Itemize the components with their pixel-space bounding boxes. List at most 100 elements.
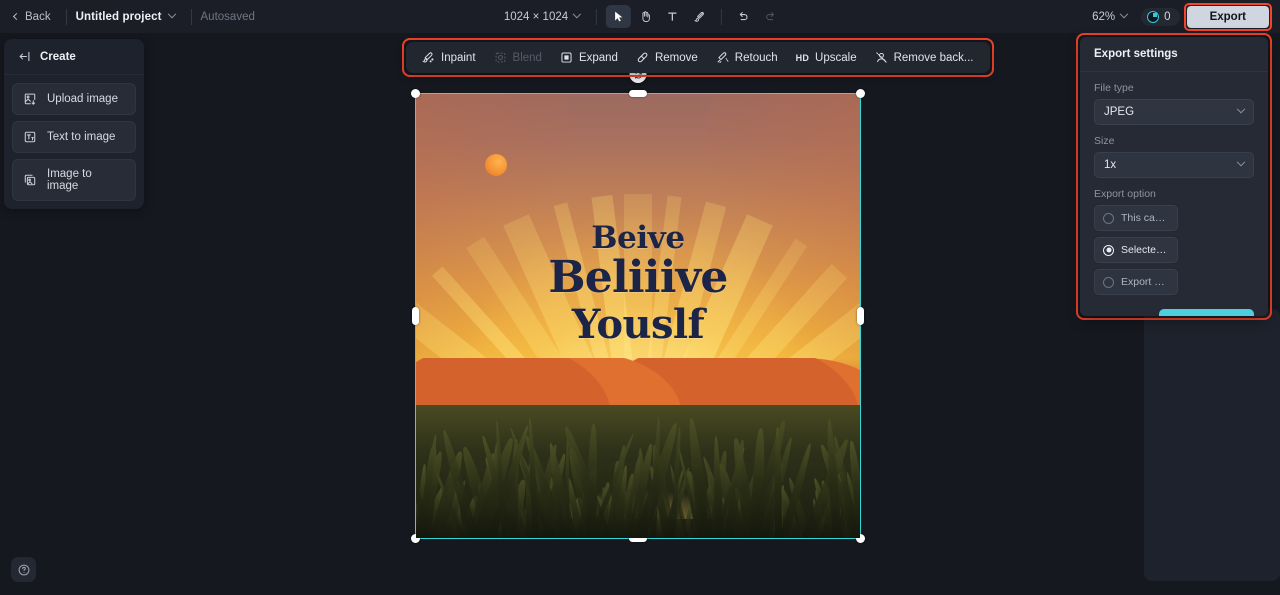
- hand-icon: [642, 11, 651, 23]
- credit-coin-icon: [1147, 10, 1160, 23]
- canvas-size-value: 1024 × 1024: [503, 10, 569, 23]
- expand-icon: [561, 52, 572, 63]
- upscale-button[interactable]: HD Upscale: [788, 48, 865, 68]
- artboard[interactable]: Beive Beliiive Youslf: [411, 66, 865, 543]
- redo-button[interactable]: [758, 5, 783, 28]
- expand-label: Expand: [578, 51, 618, 64]
- remove-background-button[interactable]: Remove back...: [867, 47, 982, 68]
- top-toolbar: Back Untitled project Autosaved 1024 × 1…: [0, 0, 1280, 33]
- blend-icon: [495, 52, 505, 63]
- back-button[interactable]: Back: [8, 8, 57, 26]
- sidebar-item-image-to-image[interactable]: Image to image: [12, 159, 136, 201]
- brush-tool-button[interactable]: [687, 5, 712, 28]
- export-option-label-text: Selected l...: [1121, 244, 1169, 256]
- select-tool-button[interactable]: [606, 5, 632, 28]
- credits-indicator[interactable]: 0: [1141, 7, 1180, 26]
- export-option-selected-layer[interactable]: Selected l...: [1094, 237, 1178, 263]
- resize-handle-right[interactable]: [857, 307, 864, 325]
- export-option-export-all[interactable]: Export all ...: [1094, 269, 1178, 295]
- export-option-label: Export option: [1094, 188, 1156, 200]
- divider: [190, 8, 192, 25]
- zoom-level-selector[interactable]: 62%: [1086, 7, 1133, 27]
- export-option-this-canvas[interactable]: This canvas: [1094, 205, 1178, 231]
- inpaint-label: Inpaint: [441, 51, 476, 64]
- blend-button[interactable]: Blend: [486, 47, 550, 68]
- resize-handle-top-left[interactable]: [411, 89, 420, 98]
- chevron-down-icon: [1236, 104, 1246, 114]
- top-toolbar-right: 62% 0 Export: [1086, 0, 1272, 33]
- export-settings-title: Export settings: [1080, 37, 1268, 72]
- text-icon: [668, 12, 677, 21]
- radio-icon: [1103, 276, 1114, 288]
- remove-label: Remove: [654, 51, 698, 64]
- file-type-select[interactable]: JPEG: [1094, 99, 1254, 125]
- autosaved-status: Autosaved: [200, 10, 255, 23]
- undo-button[interactable]: [731, 5, 756, 28]
- collapse-panel-icon: [19, 51, 30, 62]
- project-name: Untitled project: [75, 10, 162, 23]
- chevron-down-icon: [1119, 9, 1129, 18]
- create-panel: Create Upload image Text to image Image …: [4, 39, 144, 209]
- layers-panel[interactable]: [1144, 309, 1280, 581]
- cursor-icon: [615, 11, 623, 22]
- sidebar-item-text-to-image[interactable]: Text to image: [12, 121, 136, 153]
- retouch-icon: [717, 52, 729, 64]
- retouch-button[interactable]: Retouch: [708, 47, 786, 68]
- resize-handle-left[interactable]: [412, 307, 419, 325]
- history-group: [731, 5, 783, 28]
- expand-button[interactable]: Expand: [552, 47, 626, 68]
- back-button-label: Back: [25, 10, 51, 23]
- resize-handle-top-right[interactable]: [856, 89, 865, 98]
- export-option-label-text: Export all ...: [1121, 276, 1169, 288]
- top-toolbar-left: Back Untitled project Autosaved: [0, 0, 255, 33]
- export-button[interactable]: Export: [1186, 5, 1269, 28]
- blend-label: Blend: [512, 51, 542, 64]
- create-panel-header[interactable]: Create: [4, 39, 144, 75]
- export-settings-panel: Export settings File type JPEG Size 1x E…: [1080, 37, 1268, 316]
- chevron-down-icon: [1236, 157, 1246, 167]
- zoom-level-value: 62%: [1092, 10, 1116, 23]
- radio-icon: [1103, 212, 1114, 224]
- sidebar-item-upload-image[interactable]: Upload image: [12, 83, 136, 115]
- inpaint-button[interactable]: Inpaint: [414, 47, 484, 68]
- divider: [65, 8, 67, 25]
- app-root: Back Untitled project Autosaved 1024 × 1…: [0, 0, 1280, 595]
- artwork-image[interactable]: Beive Beliiive Youslf: [416, 94, 860, 538]
- radio-icon: [1103, 244, 1114, 256]
- retouch-label: Retouch: [734, 51, 778, 64]
- help-button[interactable]: [11, 557, 36, 582]
- tool-group: [606, 5, 712, 28]
- export-option-label-text: This canvas: [1121, 212, 1169, 224]
- brush-icon: [694, 11, 705, 22]
- download-button[interactable]: Download: [1159, 309, 1254, 316]
- inpaint-icon: [422, 52, 434, 63]
- resize-handle-top[interactable]: [629, 90, 647, 97]
- undo-icon: [740, 12, 748, 21]
- image-toolbar: Inpaint Blend Expand Remove Retouch HD U…: [406, 42, 990, 73]
- export-panel-highlight: Export settings File type JPEG Size 1x E…: [1076, 33, 1272, 320]
- text-tool-button[interactable]: [660, 5, 685, 28]
- size-value: 1x: [1104, 159, 1117, 171]
- redo-icon: [766, 12, 775, 21]
- export-settings-body: File type JPEG Size 1x Export option Thi…: [1080, 72, 1268, 316]
- sidebar-item-label: Image to image: [47, 168, 92, 192]
- export-option-group: This canvas Selected l... Export all ...: [1094, 205, 1254, 295]
- create-panel-title: Create: [40, 50, 76, 63]
- canvas-area[interactable]: Beive Beliiive Youslf: [0, 33, 1136, 595]
- chevron-left-icon: [12, 12, 21, 21]
- project-menu-button[interactable]: [162, 9, 182, 24]
- canvas-size-selector[interactable]: 1024 × 1024: [497, 7, 587, 27]
- image-toolbar-highlight: Inpaint Blend Expand Remove Retouch HD U…: [402, 38, 994, 77]
- upscale-hd-icon: HD: [795, 52, 810, 63]
- file-type-value: JPEG: [1104, 106, 1135, 118]
- remove-background-label: Remove back...: [893, 51, 974, 64]
- size-select[interactable]: 1x: [1094, 152, 1254, 178]
- chevron-down-icon: [572, 9, 582, 18]
- credits-count: 0: [1164, 10, 1171, 23]
- size-label: Size: [1094, 135, 1115, 147]
- export-button-highlight: Export: [1183, 2, 1272, 31]
- remove-button[interactable]: Remove: [628, 47, 706, 68]
- sidebar-item-label: Upload image: [47, 93, 118, 105]
- remove-icon: [637, 52, 648, 63]
- hand-tool-button[interactable]: [633, 5, 658, 28]
